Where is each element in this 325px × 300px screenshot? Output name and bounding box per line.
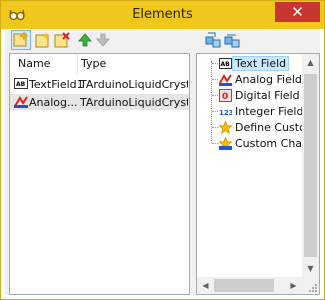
svg-text:AB: AB — [16, 81, 26, 88]
collapse-all-icon[interactable] — [224, 32, 240, 48]
tree-item-label: Digital Field — [235, 89, 300, 102]
palette-tree[interactable]: AB Text Field Analog Field 0 Digital Fie… — [196, 53, 320, 295]
add-sub-element-icon[interactable] — [35, 32, 51, 48]
list-row-analog[interactable]: Analog... TArduinoLiquidCrystal... — [10, 94, 189, 110]
row-name: Analog... — [29, 96, 78, 109]
column-header-name[interactable]: Name — [18, 57, 50, 70]
svg-text:0: 0 — [222, 92, 228, 102]
tree-branch — [212, 63, 218, 64]
text-field-icon: AB — [14, 78, 28, 89]
custom-character-field-icon — [219, 137, 232, 150]
tree-item-label: Integer Field — [235, 105, 304, 118]
scroll-right-arrow[interactable]: ▶ — [285, 277, 302, 294]
add-element-icon[interactable] — [11, 30, 31, 50]
tree-branch — [212, 143, 218, 144]
close-button[interactable]: ✕ — [275, 2, 320, 22]
list-row-textfield[interactable]: AB TextField1 TArduinoLiquidCrystal... — [10, 76, 189, 92]
palette-toolbar — [196, 29, 320, 51]
digital-field-icon: 0 — [219, 89, 232, 102]
text-field-icon: AB — [219, 58, 232, 69]
scroll-thumb[interactable] — [214, 279, 274, 292]
tree-item-label: Analog Field — [235, 73, 302, 86]
elements-window: Elements ✕ Name Type AB TextField1 TArdu… — [0, 0, 325, 300]
scroll-left-arrow[interactable]: ◀ — [197, 277, 214, 294]
resize-grip-icon[interactable] — [308, 283, 318, 293]
scroll-down-arrow[interactable]: ▼ — [302, 260, 319, 277]
move-up-icon[interactable] — [77, 32, 93, 48]
tree-branch — [212, 95, 218, 96]
title-bar[interactable]: Elements ✕ — [1, 1, 324, 29]
svg-text:123: 123 — [219, 109, 232, 117]
svg-text:AB: AB — [221, 61, 231, 68]
scroll-thumb[interactable] — [304, 74, 317, 257]
tree-branch — [212, 111, 218, 112]
row-type: TArduinoLiquidCrystal... — [80, 78, 188, 91]
column-divider[interactable] — [77, 54, 78, 74]
analog-field-icon — [219, 74, 232, 86]
elements-list[interactable]: Name Type AB TextField1 TArduinoLiquidCr… — [9, 53, 190, 295]
palette-pane: AB Text Field Analog Field 0 Digital Fie… — [196, 29, 320, 295]
delete-element-icon[interactable] — [54, 32, 70, 48]
integer-field-icon: 123 — [219, 109, 232, 117]
scroll-corner — [302, 277, 319, 294]
tree-branch — [212, 79, 218, 80]
analog-field-icon — [14, 96, 28, 108]
client-area: Name Type AB TextField1 TArduinoLiquidCr… — [5, 29, 320, 295]
define-custom-character-icon — [219, 121, 232, 134]
tree-horizontal-scrollbar[interactable]: ◀ ▶ — [197, 277, 319, 294]
move-down-icon[interactable] — [95, 32, 111, 48]
expand-all-icon[interactable] — [205, 32, 221, 48]
row-type: TArduinoLiquidCrystal... — [80, 96, 188, 109]
scroll-up-arrow[interactable]: ▲ — [302, 54, 319, 71]
elements-pane: Name Type AB TextField1 TArduinoLiquidCr… — [5, 29, 190, 295]
tree-item-label: Text Field — [231, 56, 290, 71]
tree-branch — [212, 127, 218, 128]
row-name: TextField1 — [29, 78, 84, 91]
list-header: Name Type — [10, 54, 189, 74]
column-header-type[interactable]: Type — [81, 57, 106, 70]
elements-toolbar — [5, 29, 190, 51]
tree-vertical-scrollbar[interactable]: ▲ ▼ — [302, 54, 319, 277]
